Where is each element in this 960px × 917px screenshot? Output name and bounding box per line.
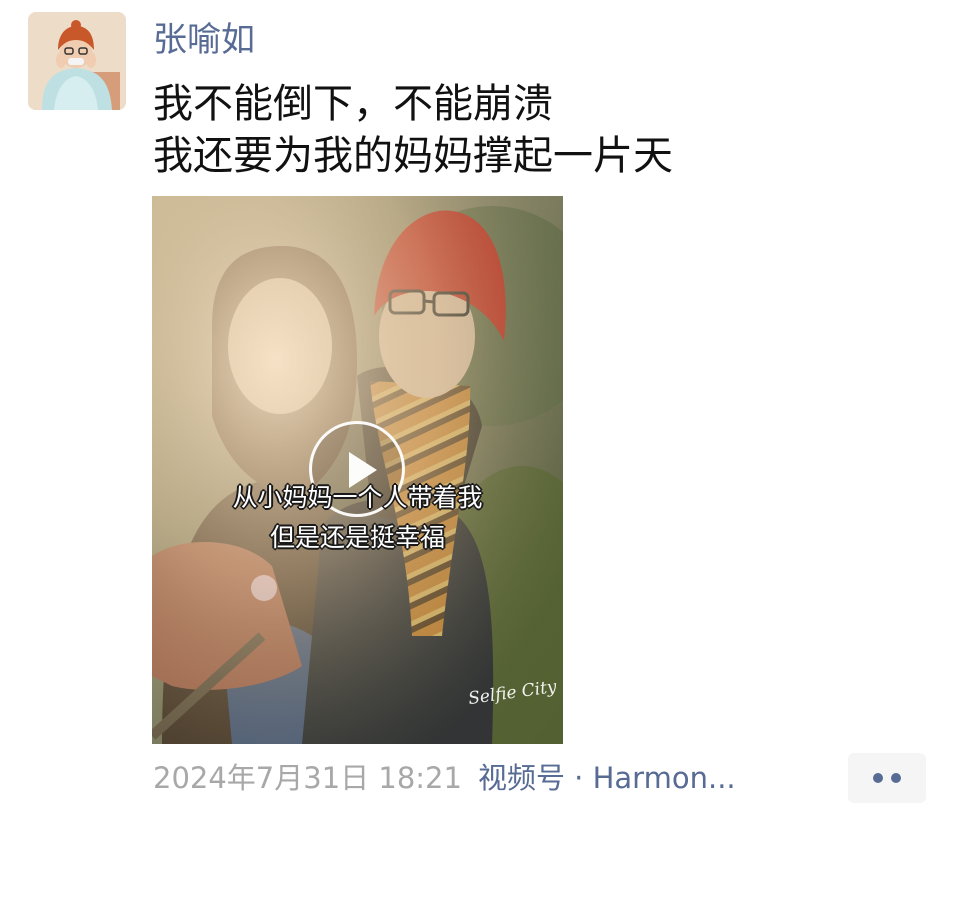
- more-dots-icon: [873, 773, 883, 783]
- post-text-line: 我不能倒下，不能崩溃: [153, 81, 553, 127]
- video-caption: 从小妈妈一个人带着我: [232, 483, 483, 512]
- post-timestamp: 2024年7月31日 18:21: [153, 761, 462, 795]
- post-text: 我不能倒下，不能崩溃 我还要为我的妈妈撑起一片天: [153, 78, 913, 182]
- video-caption: 但是还是挺幸福: [269, 523, 445, 552]
- more-button[interactable]: [848, 753, 926, 803]
- video-thumbnail[interactable]: 从小妈妈一个人带着我 但是还是挺幸福 Selfie City: [152, 196, 563, 744]
- author-name[interactable]: 张喻如: [153, 18, 255, 62]
- avatar-image: [28, 12, 126, 110]
- post-meta: 2024年7月31日 18:21 视频号 · Harmon...: [153, 756, 736, 800]
- video-channel-link[interactable]: 视频号 · Harmon...: [478, 761, 736, 795]
- avatar[interactable]: [28, 12, 126, 110]
- post-text-line: 我还要为我的妈妈撑起一片天: [153, 133, 673, 179]
- more-dots-icon: [891, 773, 901, 783]
